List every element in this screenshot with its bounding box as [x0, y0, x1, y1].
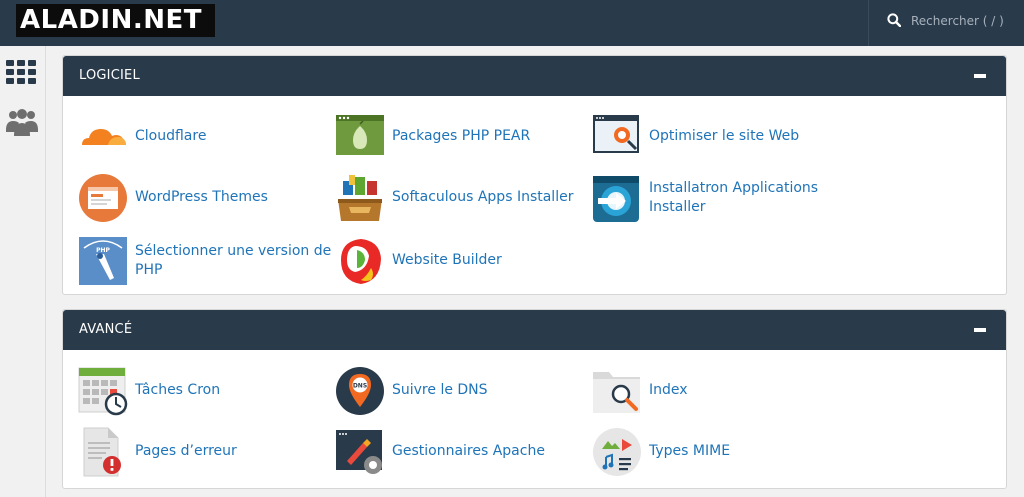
cron-calendar-icon	[78, 367, 128, 416]
item-php-version[interactable]: PHP Sélectionner une version de PHP	[78, 236, 331, 290]
index-folder-icon	[593, 372, 640, 413]
apache-handlers-icon	[336, 430, 382, 474]
search-input[interactable]	[911, 11, 1019, 31]
users-icon	[6, 109, 38, 136]
top-bar: ALADIN.NET	[0, 0, 1024, 46]
php-version-icon: PHP	[79, 237, 127, 285]
search-icon[interactable]	[887, 13, 901, 27]
section-avance: AVANCÉ Tâches Cron DNS Suivre le DNS Ind…	[62, 309, 1007, 489]
item-php-pear[interactable]: Packages PHP PEAR	[335, 112, 575, 164]
grid-icon	[6, 60, 36, 84]
svg-text:PHP: PHP	[96, 247, 110, 254]
logo[interactable]: ALADIN.NET	[16, 4, 215, 37]
mime-types-icon	[593, 428, 641, 476]
section-logiciel: LOGICIEL Cloudflare Packages PHP PEAR Op…	[62, 55, 1007, 295]
sidebar-item-users[interactable]	[0, 98, 46, 144]
installatron-icon	[593, 176, 639, 222]
svg-text:DNS: DNS	[353, 383, 367, 390]
item-website-builder[interactable]: Website Builder	[335, 236, 575, 288]
section-title: LOGICIEL	[79, 68, 140, 83]
softaculous-icon	[338, 175, 382, 221]
cloudflare-icon	[82, 129, 126, 147]
error-page-icon	[83, 427, 121, 477]
item-error-pages[interactable]: Pages d’erreur	[78, 427, 318, 479]
item-cloudflare[interactable]: Cloudflare	[78, 112, 318, 164]
collapse-minus-icon[interactable]	[974, 328, 986, 332]
section-title: AVANCÉ	[79, 322, 133, 337]
section-header: LOGICIEL	[63, 56, 1006, 96]
section-header: AVANCÉ	[63, 310, 1006, 350]
search-area	[868, 0, 1024, 46]
item-apache-handlers[interactable]: Gestionnaires Apache	[335, 427, 575, 479]
item-track-dns[interactable]: DNS Suivre le DNS	[335, 366, 575, 418]
item-softaculous[interactable]: Softaculous Apps Installer	[335, 173, 585, 225]
item-mime-types[interactable]: Types MIME	[592, 427, 832, 479]
item-optimize-website[interactable]: Optimiser le site Web	[592, 112, 852, 164]
item-cron-jobs[interactable]: Tâches Cron	[78, 366, 318, 418]
optimize-website-icon	[593, 115, 639, 153]
item-installatron[interactable]: Installatron Applications Installer	[592, 173, 852, 227]
sidebar-item-home[interactable]	[0, 52, 46, 98]
item-wordpress-themes[interactable]: WordPress Themes	[78, 173, 318, 225]
dns-pin-icon: DNS	[336, 367, 384, 415]
sidebar	[0, 46, 46, 497]
collapse-minus-icon[interactable]	[974, 74, 986, 78]
php-pear-icon	[336, 115, 384, 155]
item-index[interactable]: Index	[592, 366, 832, 418]
wordpress-themes-icon	[79, 174, 127, 222]
website-builder-icon	[341, 239, 381, 284]
